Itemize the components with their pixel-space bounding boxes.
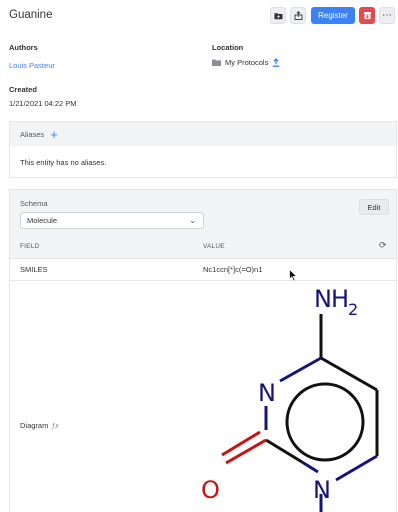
aliases-panel: Aliases + This entity has no aliases. xyxy=(9,121,397,178)
atom-label-n-amine: N xyxy=(314,285,332,313)
register-button[interactable]: Register xyxy=(311,7,355,24)
created-label: Created xyxy=(9,85,37,94)
bond-c6-n1 xyxy=(335,454,378,482)
bond-c4-n3 xyxy=(279,356,322,383)
atom-label-h-amine: H xyxy=(331,285,349,313)
field-column-header: FIELD xyxy=(20,243,40,250)
export-button[interactable] xyxy=(290,7,306,24)
bond-c2-n1-b xyxy=(301,460,319,474)
location-label: Location xyxy=(212,43,244,52)
aliases-header: Aliases + xyxy=(10,122,396,146)
export-icon xyxy=(294,11,302,20)
more-options-button[interactable]: ⋯ xyxy=(379,7,395,24)
schema-select-value: Molecule xyxy=(27,216,58,225)
atom-label-oxygen: O xyxy=(201,476,220,504)
atom-label-n3: N xyxy=(258,379,276,407)
location-value: My Protocols xyxy=(212,58,280,67)
author-link[interactable]: Louis Pasteur xyxy=(9,61,55,70)
table-row: SMILES Nc1ccn[*]c(=O)n1 xyxy=(10,258,396,281)
value-column-header: VALUE xyxy=(203,243,225,250)
created-value: 1/21/2021 04:22 PM xyxy=(9,99,77,108)
edit-schema-button[interactable]: Edit xyxy=(359,199,389,215)
atom-label-h-subscript: 2 xyxy=(348,300,358,319)
page-title: Guanine xyxy=(9,9,53,21)
archive-icon xyxy=(363,12,371,20)
aliases-title: Aliases xyxy=(20,129,45,139)
archive-button[interactable] xyxy=(359,7,375,24)
bond-c2-n1-a xyxy=(265,438,303,464)
add-alias-icon[interactable]: + xyxy=(50,128,58,141)
field-value[interactable]: Nc1ccn[*]c(=O)n1 xyxy=(203,265,262,274)
location-link[interactable]: My Protocols xyxy=(225,58,268,67)
bond-c2-o-b xyxy=(221,430,261,457)
upload-icon[interactable] xyxy=(272,58,280,67)
aromatic-ring xyxy=(285,382,365,462)
folder-icon xyxy=(274,12,282,19)
folder-icon xyxy=(212,59,221,66)
molecule-diagram: N H 2 N N O xyxy=(201,285,379,512)
diagram-label-text: Diagram xyxy=(20,421,49,430)
bond-c2-o-a xyxy=(225,438,267,465)
move-to-folder-button[interactable] xyxy=(270,7,286,24)
schema-select[interactable]: Molecule ⌄ xyxy=(20,212,204,229)
chevron-down-icon: ⌄ xyxy=(189,216,196,225)
diagram-label: Diagram ƒx xyxy=(20,421,59,430)
field-name: SMILES xyxy=(20,265,48,274)
atom-label-n1: N xyxy=(313,476,331,504)
authors-label: Authors xyxy=(9,43,38,52)
refresh-icon[interactable]: ⟳ xyxy=(379,240,387,251)
schema-label: Schema xyxy=(20,199,48,208)
formula-icon: ƒx xyxy=(51,423,59,430)
no-aliases-text: This entity has no aliases. xyxy=(20,158,107,167)
schema-header: Schema Molecule ⌄ Edit FIELD VALUE ⟳ xyxy=(10,190,396,258)
